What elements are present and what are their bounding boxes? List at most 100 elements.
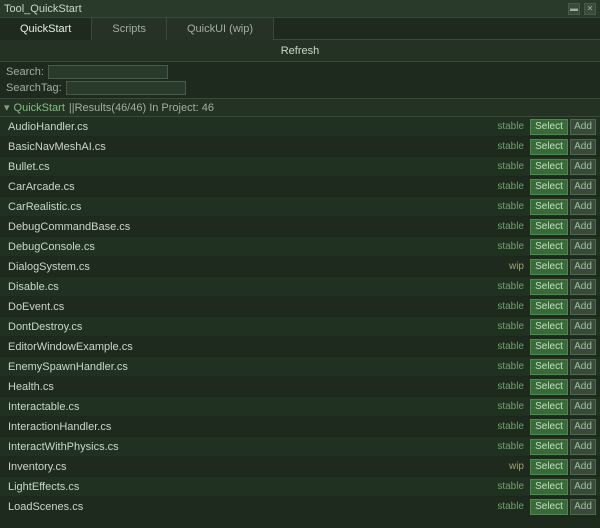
item-name: LightEffects.cs — [8, 481, 494, 493]
select-button[interactable]: Select — [530, 319, 568, 335]
add-button[interactable]: Add — [570, 339, 596, 355]
item-name: Bullet.cs — [8, 161, 494, 173]
select-button[interactable]: Select — [530, 139, 568, 155]
section-name: QuickStart — [14, 102, 65, 114]
add-button[interactable]: Add — [570, 199, 596, 215]
item-name: DebugConsole.cs — [8, 241, 494, 253]
select-button[interactable]: Select — [530, 359, 568, 375]
item-status: stable — [494, 361, 524, 372]
item-name: DoEvent.cs — [8, 301, 494, 313]
item-status: stable — [494, 141, 524, 152]
select-button[interactable]: Select — [530, 499, 568, 515]
add-button[interactable]: Add — [570, 459, 596, 475]
item-name: DebugCommandBase.cs — [8, 221, 494, 233]
list-item: DialogSystem.cswipSelectAdd — [0, 257, 600, 277]
list-item: DontDestroy.csstable SelectAdd — [0, 317, 600, 337]
add-button[interactable]: Add — [570, 259, 596, 275]
item-status: stable — [494, 441, 524, 452]
list-item: DoEvent.csstableSelectAdd — [0, 297, 600, 317]
add-button[interactable]: Add — [570, 219, 596, 235]
add-button[interactable]: Add — [570, 139, 596, 155]
add-button[interactable]: Add — [570, 279, 596, 295]
add-button[interactable]: Add — [570, 419, 596, 435]
select-button[interactable]: Select — [530, 379, 568, 395]
refresh-button[interactable]: Refresh — [281, 45, 320, 57]
item-name: AudioHandler.cs — [8, 121, 494, 133]
select-button[interactable]: Select — [530, 259, 568, 275]
select-button[interactable]: Select — [530, 199, 568, 215]
add-button[interactable]: Add — [570, 179, 596, 195]
tab-bar: QuickStart Scripts QuickUI (wip) — [0, 18, 600, 40]
select-button[interactable]: Select — [530, 459, 568, 475]
tab-quickstart[interactable]: QuickStart — [0, 18, 92, 40]
item-status: stable — [494, 241, 524, 252]
list-item: EnemySpawnHandler.csstableSelectAdd — [0, 357, 600, 377]
collapse-button[interactable]: ▬ — [568, 3, 580, 15]
add-button[interactable]: Add — [570, 319, 596, 335]
item-status: stable — [494, 121, 524, 132]
search-tag-row: SearchTag: — [6, 80, 594, 96]
search-tag-label: SearchTag: — [6, 82, 62, 94]
add-button[interactable]: Add — [570, 439, 596, 455]
item-status: stable — [494, 481, 524, 492]
item-name: LoadScenes.cs — [8, 501, 494, 513]
list-item: LoadScenes.csstable SelectAdd — [0, 497, 600, 517]
select-button[interactable]: Select — [530, 279, 568, 295]
search-input[interactable] — [48, 65, 168, 79]
item-status: stable — [494, 321, 524, 332]
search-tag-input[interactable] — [66, 81, 186, 95]
item-name: CarRealistic.cs — [8, 201, 494, 213]
tab-scripts[interactable]: Scripts — [92, 18, 167, 40]
refresh-bar: Refresh — [0, 40, 600, 62]
item-status: stable — [494, 501, 524, 512]
item-status: wip — [494, 461, 524, 472]
list-item: CarRealistic.csstableSelectAdd — [0, 197, 600, 217]
results-text: Results(46/46) In Project: 46 — [75, 102, 214, 114]
search-area: Search: SearchTag: — [0, 62, 600, 99]
add-button[interactable]: Add — [570, 299, 596, 315]
expand-icon[interactable]: ▾ — [4, 101, 10, 114]
select-button[interactable]: Select — [530, 439, 568, 455]
item-name: Interactable.cs — [8, 401, 494, 413]
add-button[interactable]: Add — [570, 239, 596, 255]
list-item: Health.csstableSelectAdd — [0, 377, 600, 397]
tab-quickui[interactable]: QuickUI (wip) — [167, 18, 274, 40]
list-item: InteractionHandler.csstableSelectAdd — [0, 417, 600, 437]
item-status: stable — [494, 161, 524, 172]
add-button[interactable]: Add — [570, 499, 596, 515]
select-button[interactable]: Select — [530, 339, 568, 355]
item-name: InteractionHandler.cs — [8, 421, 494, 433]
item-name: Health.cs — [8, 381, 494, 393]
select-button[interactable]: Select — [530, 179, 568, 195]
select-button[interactable]: Select — [530, 399, 568, 415]
add-button[interactable]: Add — [570, 379, 596, 395]
close-button[interactable]: ✕ — [584, 3, 596, 15]
select-button[interactable]: Select — [530, 219, 568, 235]
add-button[interactable]: Add — [570, 479, 596, 495]
select-button[interactable]: Select — [530, 419, 568, 435]
item-name: Disable.cs — [8, 281, 494, 293]
add-button[interactable]: Add — [570, 119, 596, 135]
items-list: AudioHandler.csstableSelectAddBasicNavMe… — [0, 117, 600, 528]
add-button[interactable]: Add — [570, 399, 596, 415]
list-item: AudioHandler.csstable SelectAdd — [0, 117, 600, 137]
list-item: CarArcade.csstable SelectAdd — [0, 177, 600, 197]
select-button[interactable]: Select — [530, 119, 568, 135]
item-status: stable — [494, 281, 524, 292]
list-item: LightEffects.csstable SelectAdd — [0, 477, 600, 497]
search-row: Search: — [6, 64, 594, 80]
add-button[interactable]: Add — [570, 359, 596, 375]
item-name: BasicNavMeshAI.cs — [8, 141, 494, 153]
select-button[interactable]: Select — [530, 299, 568, 315]
item-status: stable — [494, 181, 524, 192]
list-item: Inventory.cswipSelectAdd — [0, 457, 600, 477]
item-name: DontDestroy.cs — [8, 321, 494, 333]
list-item: DebugConsole.csstable SelectAdd — [0, 237, 600, 257]
select-button[interactable]: Select — [530, 159, 568, 175]
item-name: CarArcade.cs — [8, 181, 494, 193]
add-button[interactable]: Add — [570, 159, 596, 175]
select-button[interactable]: Select — [530, 479, 568, 495]
list-item: InteractWithPhysics.csstableSelectAdd — [0, 437, 600, 457]
title-bar: Tool_QuickStart ▬ ✕ — [0, 0, 600, 18]
select-button[interactable]: Select — [530, 239, 568, 255]
